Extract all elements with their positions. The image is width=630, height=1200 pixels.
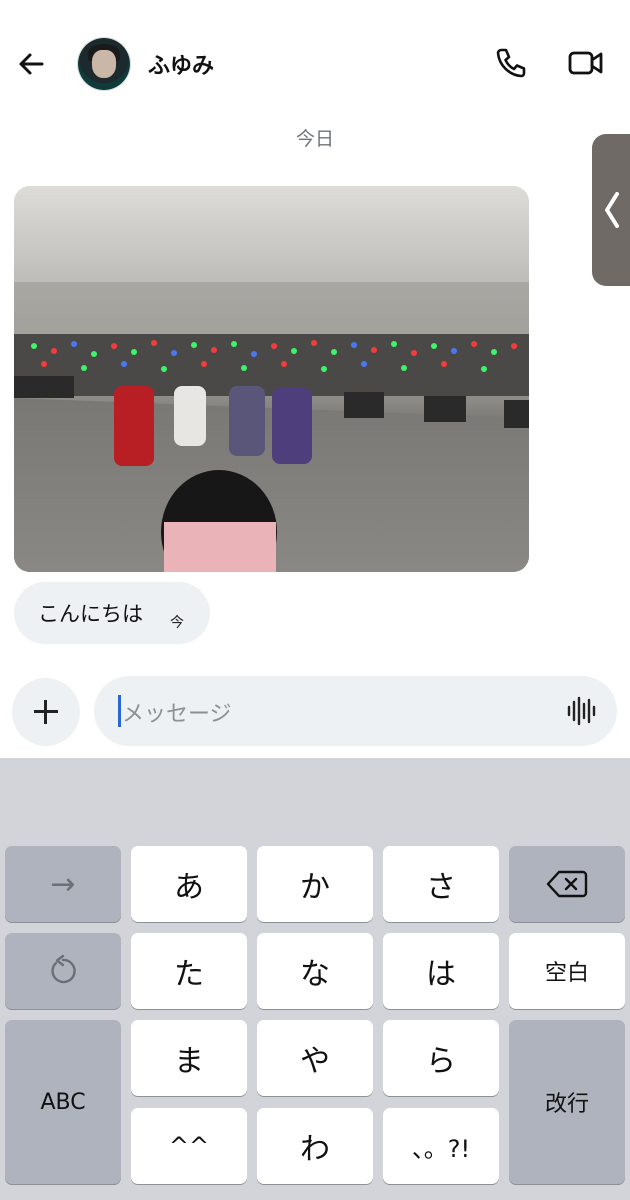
side-panel-handle[interactable] [592, 134, 630, 286]
key-abc[interactable]: ABC [5, 1020, 121, 1184]
key-punctuation[interactable]: 、。?! [383, 1108, 499, 1184]
key-emoticon[interactable]: ^^ [131, 1108, 247, 1184]
key-undo[interactable] [5, 933, 121, 1009]
key-ta[interactable]: た [131, 933, 247, 1009]
key-ka[interactable]: か [257, 846, 373, 922]
add-attachment-button[interactable] [12, 678, 80, 746]
text-caret [118, 695, 121, 727]
chevron-left-icon [605, 192, 619, 228]
voice-waveform-icon [567, 696, 596, 726]
video-call-button[interactable] [566, 44, 606, 82]
message-bubble[interactable]: こんにちは 今 [14, 582, 210, 644]
kana-keyboard: → あ か さ た な は 空白 ABC ま や ら 改行 ^^ わ 、。?! [0, 758, 630, 1200]
key-ya[interactable]: や [257, 1020, 373, 1096]
contact-avatar[interactable] [78, 38, 130, 90]
phone-icon [496, 48, 526, 78]
key-ra[interactable]: ら [383, 1020, 499, 1096]
voice-input-button[interactable] [566, 696, 598, 726]
message-placeholder: メッセージ [122, 702, 232, 727]
key-na[interactable]: な [257, 933, 373, 1009]
key-backspace[interactable] [509, 846, 625, 922]
back-arrow-icon [19, 53, 44, 75]
message-input[interactable]: メッセージ [94, 676, 617, 746]
photo-message[interactable] [14, 186, 529, 572]
key-enter[interactable]: 改行 [509, 1020, 625, 1184]
back-button[interactable] [14, 46, 50, 82]
chat-header: ふゆみ [0, 0, 630, 120]
video-camera-icon [568, 51, 603, 75]
key-ha[interactable]: は [383, 933, 499, 1009]
key-ma[interactable]: ま [131, 1020, 247, 1096]
key-wa[interactable]: わ [257, 1108, 373, 1184]
key-a[interactable]: あ [131, 846, 247, 922]
contact-name[interactable]: ふゆみ [148, 48, 214, 80]
undo-icon [51, 954, 76, 984]
avatar-face [92, 50, 116, 78]
concert-photo-image [14, 186, 529, 572]
arrow-right-label: → [50, 866, 76, 902]
key-space[interactable]: 空白 [509, 933, 625, 1009]
voice-call-button[interactable] [492, 44, 530, 82]
message-time: 今 [170, 615, 184, 631]
key-sa[interactable]: さ [383, 846, 499, 922]
message-text: こんにちは [38, 602, 143, 626]
backspace-icon [546, 870, 588, 898]
key-arrow[interactable]: → [5, 846, 121, 922]
date-separator: 今日 [295, 128, 334, 150]
